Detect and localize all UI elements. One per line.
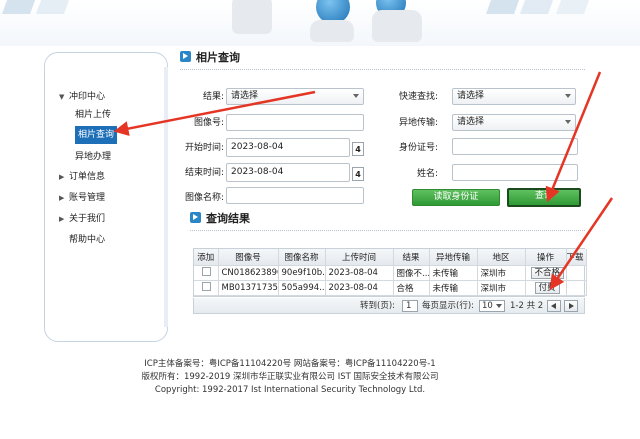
image-name-label: 图像名称: — [184, 193, 224, 203]
add-checkbox[interactable] — [202, 267, 211, 276]
divider — [180, 69, 585, 70]
calendar-icon[interactable]: 4 — [352, 167, 364, 181]
goto-page-input[interactable]: 1 — [402, 300, 418, 312]
section-arrow-icon — [180, 51, 191, 62]
name-input[interactable] — [452, 164, 578, 181]
name-label: 姓名: — [416, 169, 438, 179]
results-table: 添加 图像号 图像名称 上传时间 结果 异地传输 地区 操作 下载 CN0186… — [193, 248, 587, 297]
image-no-input[interactable] — [226, 114, 364, 131]
column-header: 添加 — [194, 249, 219, 266]
image-name-cell: 90e9f10b... — [278, 265, 326, 281]
calendar-icon[interactable]: 4 — [352, 142, 364, 156]
image-name-input[interactable] — [226, 187, 364, 204]
chevron-down-icon — [353, 94, 359, 98]
section-arrow-icon — [190, 212, 201, 223]
id-number-input[interactable] — [452, 138, 578, 155]
read-id-card-button[interactable]: 读取身份证 — [412, 189, 500, 206]
table-row: CN018623890 90e9f10b... 2023-08-04 图像不..… — [194, 265, 587, 281]
sidebar-item-remote-handling[interactable]: 异地办理 — [45, 148, 169, 166]
column-header: 结果 — [393, 249, 430, 266]
chevron-down-icon — [496, 304, 502, 308]
start-time-input[interactable]: 2023-08-04 — [226, 138, 350, 157]
pagination-bar: 转到(页): 1 每页显示(行): 10 1-2 共 2 — [193, 298, 585, 314]
remote-transfer-label: 异地传输: — [398, 118, 438, 128]
column-header: 操作 — [525, 249, 567, 266]
sidebar-item-photo-upload[interactable]: 相片上传 — [45, 106, 169, 124]
table-header-row: 添加 图像号 图像名称 上传时间 结果 异地传输 地区 操作 下载 — [194, 249, 587, 266]
sidebar-item-account[interactable]: ▶ 账号管理 — [45, 189, 169, 207]
fail-action-button[interactable]: 不合格 — [530, 266, 565, 279]
prev-page-button[interactable] — [547, 300, 561, 312]
quick-find-label: 快速查找: — [398, 92, 438, 102]
add-checkbox[interactable] — [202, 282, 211, 291]
result-cell: 合格 — [393, 280, 430, 296]
column-header: 异地传输 — [429, 249, 478, 266]
column-header: 图像名称 — [278, 249, 326, 266]
region-cell: 深圳市 — [477, 280, 526, 296]
start-time-label: 开始时间: — [184, 143, 224, 153]
rows-per-page-select[interactable]: 10 — [479, 300, 505, 312]
sidebar-item-photo-query[interactable]: 相片查询 — [45, 126, 169, 144]
column-header: 图像号 — [218, 249, 279, 266]
rows-per-page-label: 每页显示(行): — [422, 301, 474, 311]
upload-time-cell: 2023-08-04 — [325, 280, 394, 296]
end-time-input[interactable]: 2023-08-04 — [226, 163, 350, 182]
divider — [190, 230, 585, 231]
region-cell: 深圳市 — [477, 265, 526, 281]
sidebar-item-help[interactable]: 帮助中心 — [45, 231, 169, 249]
search-button[interactable]: 查询 — [507, 188, 581, 207]
sidebar-item-order-info[interactable]: ▶ 订单信息 — [45, 168, 169, 186]
column-header: 地区 — [477, 249, 526, 266]
result-label: 结果: — [202, 92, 224, 102]
next-page-button[interactable] — [564, 300, 578, 312]
end-time-label: 结束时间: — [184, 168, 224, 178]
caret-right-icon: ▶ — [59, 215, 65, 223]
caret-right-icon: ▶ — [59, 194, 65, 202]
sidebar-item-about[interactable]: ▶ 关于我们 — [45, 210, 169, 228]
remote-cell: 未传输 — [429, 265, 478, 281]
sidebar-group-print-center[interactable]: ▼ 冲印中心 — [45, 88, 169, 106]
upload-time-cell: 2023-08-04 — [325, 265, 394, 281]
image-no-label: 图像号: — [193, 118, 224, 128]
arrow-left-icon — [551, 303, 556, 309]
header-banner — [0, 0, 640, 46]
sidebar: ▼ 冲印中心 相片上传 相片查询 异地办理 ▶ 订单信息 ▶ 账号管理 ▶ 关于… — [44, 52, 168, 342]
footer-icp: ICP主体备案号：粤ICP备11104220号 网站备案号：粤ICP备11104… — [144, 359, 436, 369]
chevron-down-icon — [565, 94, 571, 98]
image-name-cell: 505a994... — [278, 280, 326, 296]
table-row: MB013717351 505a994... 2023-08-04 合格 未传输… — [194, 280, 587, 296]
results-section-title: 查询结果 — [190, 211, 250, 227]
footer-copyright-en: Copyright: 1992-2017 Ist International S… — [154, 385, 426, 395]
image-no-cell: CN018623890 — [218, 265, 279, 281]
caret-down-icon: ▼ — [59, 93, 65, 101]
quick-find-select[interactable]: 请选择 — [452, 88, 576, 105]
goto-page-label: 转到(页): — [360, 301, 395, 311]
pay-button[interactable]: 付费 — [534, 281, 560, 294]
footer-copyright-cn: 版权所有：1992-2019 深圳市华正联实业有限公司 IST 国际安全技术有限… — [141, 372, 439, 382]
chevron-down-icon — [565, 120, 571, 124]
column-header: 下载 — [566, 249, 587, 266]
id-number-label: 身份证号: — [398, 143, 438, 153]
arrow-right-icon — [569, 303, 574, 309]
column-header: 上传时间 — [325, 249, 394, 266]
image-no-cell: MB013717351 — [218, 280, 279, 296]
result-select[interactable]: 请选择 — [226, 88, 364, 105]
result-cell: 图像不... — [393, 265, 430, 281]
remote-transfer-select[interactable]: 请选择 — [452, 114, 576, 131]
remote-cell: 未传输 — [429, 280, 478, 296]
caret-right-icon: ▶ — [59, 173, 65, 181]
query-section-title: 相片查询 — [180, 50, 240, 66]
page-range-text: 1-2 共 2 — [510, 301, 544, 311]
